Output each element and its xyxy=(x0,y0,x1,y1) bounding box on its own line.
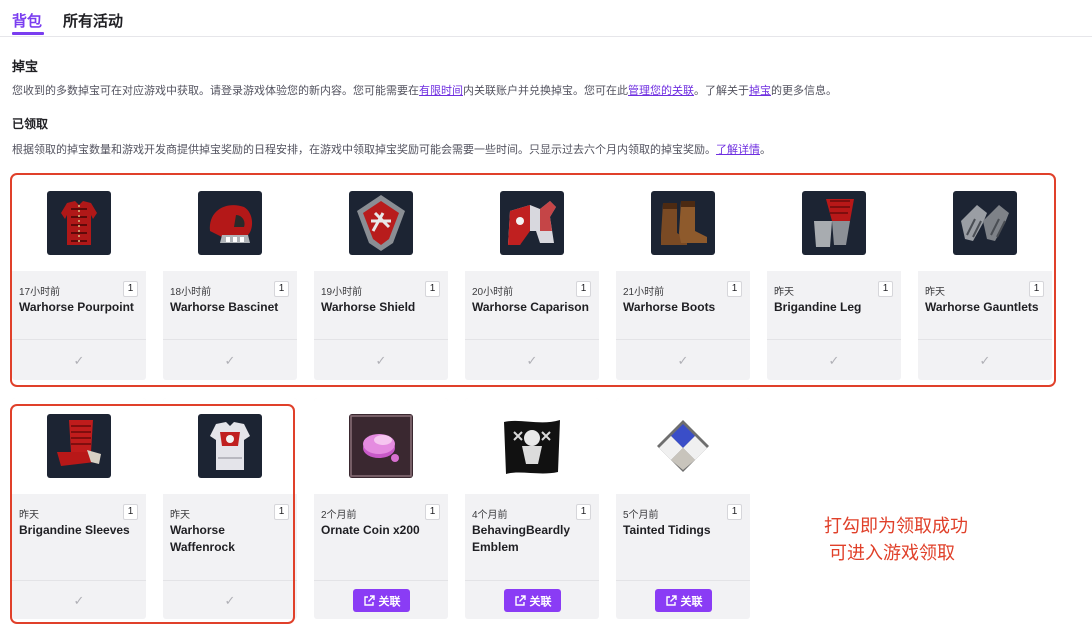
tab-all-activity[interactable]: 所有活动 xyxy=(63,10,123,31)
quantity-badge: 1 xyxy=(425,504,440,520)
annotation-note: 打勾即为领取成功 可进入游戏领取 xyxy=(824,513,968,567)
manage-connections-link[interactable]: 管理您的关联 xyxy=(628,85,694,97)
claimed-description: 根据领取的掉宝数量和游戏开发商提供掉宝奖励的日程安排，在游戏中领取掉宝奖励可能会… xyxy=(12,141,771,157)
drops-desc-text-3: 。了解关于 xyxy=(694,85,749,97)
item-name: BehavingBeardly Emblem xyxy=(472,523,571,554)
item-name: Ornate Coin x200 xyxy=(321,523,420,537)
drops-desc-text-4: 的更多信息。 xyxy=(771,85,837,97)
limited-time-link[interactable]: 有限时间 xyxy=(419,85,463,97)
link-account-button[interactable]: 关联 xyxy=(504,589,561,612)
item-name: Tainted Tidings xyxy=(623,523,711,537)
drops-description: 您收到的多数掉宝可在对应游戏中获取。请登录游戏体验您的新内容。您可能需要在有限时… xyxy=(12,82,837,98)
external-link-icon xyxy=(363,594,375,606)
coin-icon xyxy=(349,414,413,478)
tab-backpack[interactable]: 背包 xyxy=(12,10,42,31)
card-divider xyxy=(465,580,599,581)
link-button-label: 关联 xyxy=(529,595,552,608)
drop-card[interactable]: 2个月前 1 Ornate Coin x200 关联 xyxy=(314,398,448,619)
card-divider xyxy=(314,580,448,581)
claim-time: 4个月前 xyxy=(472,510,508,521)
card-divider xyxy=(616,580,750,581)
external-link-icon xyxy=(665,594,677,606)
active-tab-indicator xyxy=(12,32,44,35)
drop-card[interactable]: 5个月前 1 Tainted Tidings 关联 xyxy=(616,398,750,619)
drops-desc-text-2: 内关联账户并兑换掉宝。您可在此 xyxy=(463,85,628,97)
claim-time: 2个月前 xyxy=(321,510,357,521)
claimed-desc-end: 。 xyxy=(760,144,771,156)
drops-info-link[interactable]: 掉宝 xyxy=(749,85,771,97)
drop-card[interactable]: 4个月前 1 BehavingBeardly Emblem 关联 xyxy=(465,398,599,619)
drops-desc-text-1: 您收到的多数掉宝可在对应游戏中获取。请登录游戏体验您的新内容。您可能需要在 xyxy=(12,85,419,97)
drop-image-area xyxy=(314,398,448,494)
claim-time: 5个月前 xyxy=(623,510,659,521)
tidings-icon xyxy=(651,414,715,478)
claimed-second-row-highlight xyxy=(10,404,295,624)
link-button-label: 关联 xyxy=(378,595,401,608)
drop-image-area xyxy=(465,398,599,494)
annotation-line-2: 可进入游戏领取 xyxy=(829,543,955,563)
claimed-heading: 已领取 xyxy=(12,117,49,131)
learn-more-link[interactable]: 了解详情 xyxy=(716,144,760,156)
drop-image-area xyxy=(616,398,750,494)
external-link-icon xyxy=(514,594,526,606)
quantity-badge: 1 xyxy=(727,504,742,520)
emblem-flag-icon xyxy=(500,414,564,478)
annotation-line-1: 打勾即为领取成功 xyxy=(824,516,968,536)
link-account-button[interactable]: 关联 xyxy=(655,589,712,612)
tab-bar: 背包 所有活动 xyxy=(0,0,1092,37)
claimed-row-highlight xyxy=(10,173,1056,387)
link-button-label: 关联 xyxy=(680,595,703,608)
claimed-desc-text: 根据领取的掉宝数量和游戏开发商提供掉宝奖励的日程安排，在游戏中领取掉宝奖励可能会… xyxy=(12,144,716,156)
drops-heading: 掉宝 xyxy=(12,59,39,74)
quantity-badge: 1 xyxy=(576,504,591,520)
link-account-button[interactable]: 关联 xyxy=(353,589,410,612)
